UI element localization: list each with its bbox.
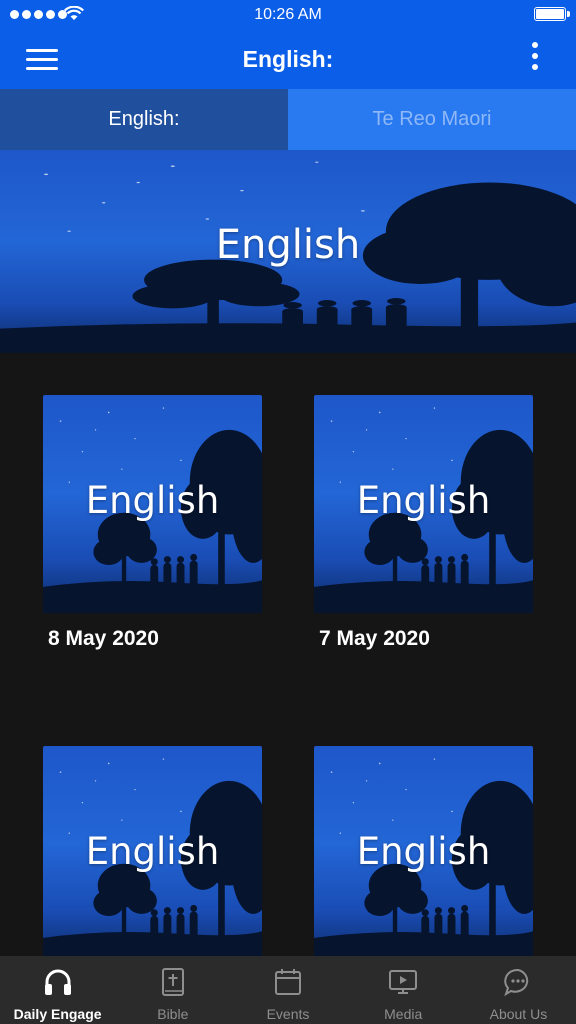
tab-english[interactable]: English: — [0, 89, 288, 150]
language-tabs: English: Te Reo Maori — [0, 89, 576, 150]
page-title: English: — [242, 46, 334, 72]
thumbnail-label: English — [85, 479, 220, 522]
tab-daily-engage[interactable]: Daily Engage — [0, 956, 115, 1024]
bible-icon — [161, 968, 184, 996]
tab-label: About Us — [489, 1006, 548, 1022]
battery-icon — [534, 7, 570, 21]
episode-card[interactable]: English 7 May 2020 — [314, 395, 533, 651]
nav-bar: English: — [0, 30, 576, 89]
tab-events[interactable]: Events — [230, 956, 345, 1024]
tab-te-reo-maori[interactable]: Te Reo Maori — [288, 89, 576, 150]
status-bar: 10:26 AM — [0, 0, 576, 30]
episode-card[interactable]: English — [43, 746, 262, 956]
episode-thumbnail: English — [43, 746, 262, 956]
episode-date: 7 May 2020 — [319, 627, 430, 650]
thumbnail-label: English — [356, 830, 491, 873]
more-options-icon[interactable] — [530, 42, 540, 76]
hero-title: English — [215, 222, 361, 268]
chat-bubble-icon — [504, 968, 529, 997]
tab-about-us[interactable]: About Us — [461, 956, 576, 1024]
tab-label: Events — [266, 1006, 310, 1022]
episode-thumbnail: English — [314, 395, 533, 613]
tab-label: Media — [384, 1006, 423, 1022]
episode-thumbnail: English — [43, 395, 262, 613]
hero-banner: English — [0, 150, 576, 353]
bottom-tab-bar: Daily Engage Bible Events Media About Us — [0, 956, 576, 1024]
media-play-icon — [389, 970, 418, 994]
episode-date: 8 May 2020 — [48, 627, 159, 650]
tab-label: Bible — [157, 1006, 189, 1022]
tab-label: Daily Engage — [13, 1006, 102, 1022]
episode-card[interactable]: English 8 May 2020 — [43, 395, 262, 651]
episode-grid: English 8 May 2020 English 7 May 2020 En… — [0, 353, 576, 956]
episode-thumbnail: English — [314, 746, 533, 956]
headphones-icon — [44, 969, 71, 995]
tab-media[interactable]: Media — [346, 956, 461, 1024]
episode-card[interactable]: English — [314, 746, 533, 956]
status-time: 10:26 AM — [254, 6, 322, 23]
tab-bible[interactable]: Bible — [115, 956, 230, 1024]
thumbnail-label: English — [356, 479, 491, 522]
thumbnail-label: English — [85, 830, 220, 873]
calendar-icon — [275, 969, 301, 995]
